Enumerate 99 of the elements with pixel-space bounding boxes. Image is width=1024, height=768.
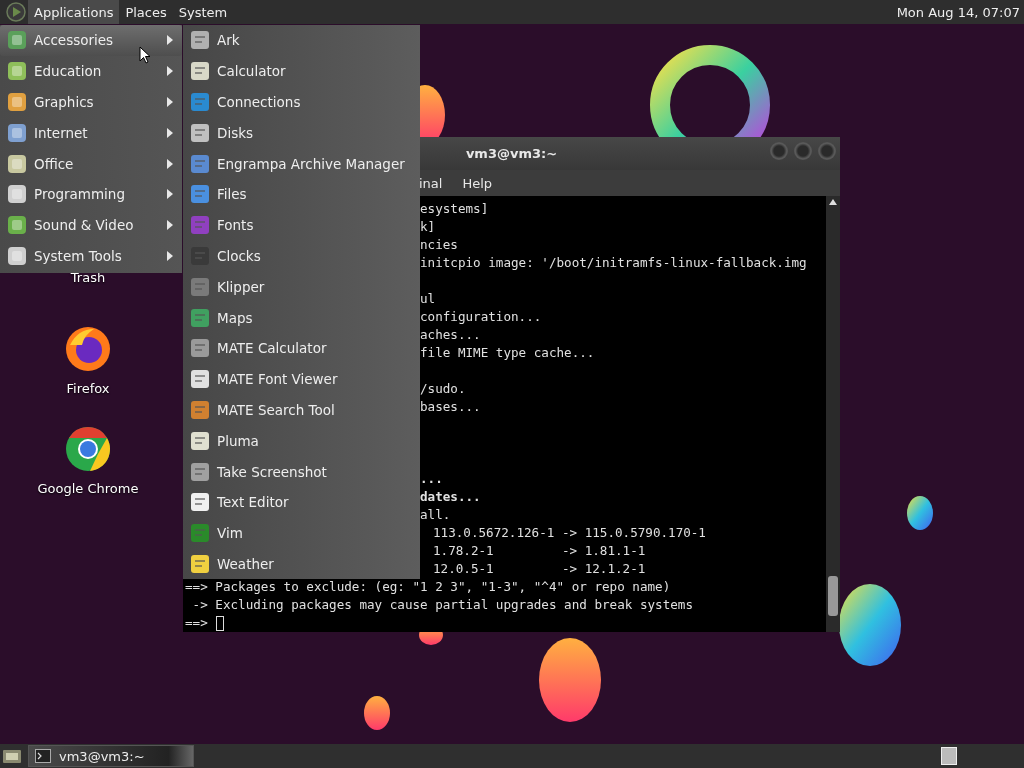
submenu-arrow-icon [166,249,174,262]
menu-item[interactable]: Education [0,55,182,87]
clock[interactable]: Mon Aug 14, 07:07 [896,4,1020,20]
category-icon [6,91,28,113]
app-icon [189,398,211,421]
terminal-line: -> Excluding packages may cause partial upgrades and break systems [191,597,693,612]
submenu-arrow-icon [166,126,174,139]
terminal-line: file MIME type cache... [420,345,595,360]
submenu-arrow-icon [166,96,174,108]
terminal-line: aches... [420,327,481,342]
menu-item[interactable]: System Tools [0,240,182,272]
desktop-icon-label[interactable]: Trash [70,270,106,285]
app-icon [189,60,211,83]
menu-item[interactable]: Calculator [183,55,420,87]
menu-item[interactable]: Connections [183,86,420,118]
menu-item[interactable]: Internet [0,117,182,149]
terminal-line: ul [420,291,436,306]
text-cursor [215,616,224,631]
menu-item[interactable]: Text Editor [183,486,420,518]
menu-item[interactable]: Accessories [0,25,182,56]
app-icon [189,368,211,391]
menu-item[interactable]: Programming [0,179,182,210]
category-icon [6,183,28,206]
browser-icon[interactable] [64,425,112,473]
app-icon [189,460,211,483]
cursor-icon [139,46,151,64]
terminal-line: 12.0.5-1 -> 12.1.2-1 [433,561,646,576]
submenu-arrow-icon [166,157,174,170]
submenu-arrow-icon [166,65,174,78]
category-icon [6,214,28,237]
scroll-up-icon[interactable] [829,199,837,205]
menu-item[interactable]: Fonts [183,209,420,241]
menu-item[interactable]: MATE Search Tool [183,394,420,426]
window-title: vm3@vm3:~ [465,146,558,161]
menu-item[interactable]: MATE Calculator [183,332,420,364]
terminal-line: /sudo. [420,381,466,396]
app-icon [189,29,211,52]
terminal-line: k] [420,219,436,234]
submenu-arrow-icon [166,34,174,47]
submenu-arrow-icon [166,219,174,232]
terminal-line: dates... [420,489,481,504]
terminal-line: initcpio image: '/boot/initramfs-linux-fallback.img [420,255,807,270]
terminal-line: ==> [185,615,208,630]
panel-menu[interactable]: System [172,0,234,24]
terminal-icon [35,749,51,763]
app-icon [189,306,211,329]
menu-item[interactable]: Pluma [183,425,420,457]
app-icon [189,121,211,144]
category-icon [6,152,28,175]
panel-menu[interactable]: Places [119,0,173,24]
app-icon [189,91,211,113]
menu-item[interactable]: Vim [183,517,420,549]
terminal-line: esystems] [420,201,489,216]
app-icon [189,183,211,206]
terminal-line: 1.78.2-1 -> 1.81.1-1 [433,543,646,558]
menu-item[interactable]: Take Screenshot [183,456,420,487]
menu-item[interactable]: Weather [183,548,420,580]
menu-item[interactable]: Engrampa Archive Manager [183,148,420,179]
menu-item[interactable]: Klipper [183,271,420,303]
terminal-line: bases... [420,399,481,414]
app-icon [189,337,211,360]
terminal-line: all. [420,507,451,522]
menu-item[interactable]: Graphics [0,86,182,118]
app-icon [189,522,211,545]
desktop-icon-label[interactable]: Firefox [66,381,110,396]
app-icon [189,152,211,175]
desktop-icon-label[interactable]: Google Chrome [37,481,139,496]
category-icon [6,121,28,144]
terminal-line: ==> Packages to exclude: (eg: "1 2 3", "1-3", "^4" or repo name) [185,579,671,594]
app-icon [189,275,211,298]
app-icon [189,491,211,514]
menu-item[interactable]: Help [462,175,493,191]
menu-item[interactable]: MATE Font Viewer [183,363,420,395]
taskbar-button[interactable]: vm3@vm3:~ [28,745,194,767]
app-icon [189,214,211,237]
panel-menu[interactable]: Applications [28,0,120,24]
menu-item[interactable]: Clocks [183,240,420,272]
show-desktop-icon[interactable] [2,748,22,764]
menu-item[interactable]: Sound & Video [0,209,182,241]
category-icon [6,60,28,83]
app-icon [189,552,211,575]
menu-item[interactable]: Office [0,148,182,179]
menu-item[interactable]: inal [419,175,443,191]
workspace-switcher[interactable] [941,747,957,765]
submenu-arrow-icon [166,188,174,201]
menu-item[interactable]: Files [183,179,420,210]
terminal-line: ncies [420,237,458,252]
category-icon [6,244,28,267]
terminal-line: ... [420,471,443,486]
scrollbar[interactable] [826,196,840,632]
menu-item[interactable]: Ark [183,25,420,56]
terminal-line: 113.0.5672.126-1 -> 115.0.5790.170-1 [433,525,706,540]
scrollbar-thumb[interactable] [828,576,838,616]
category-icon [6,29,28,52]
terminal-line: configuration... [420,309,542,324]
browser-icon[interactable] [64,325,112,373]
app-icon [189,429,211,452]
menu-item[interactable]: Maps [183,302,420,333]
menu-item[interactable]: Disks [183,117,420,149]
